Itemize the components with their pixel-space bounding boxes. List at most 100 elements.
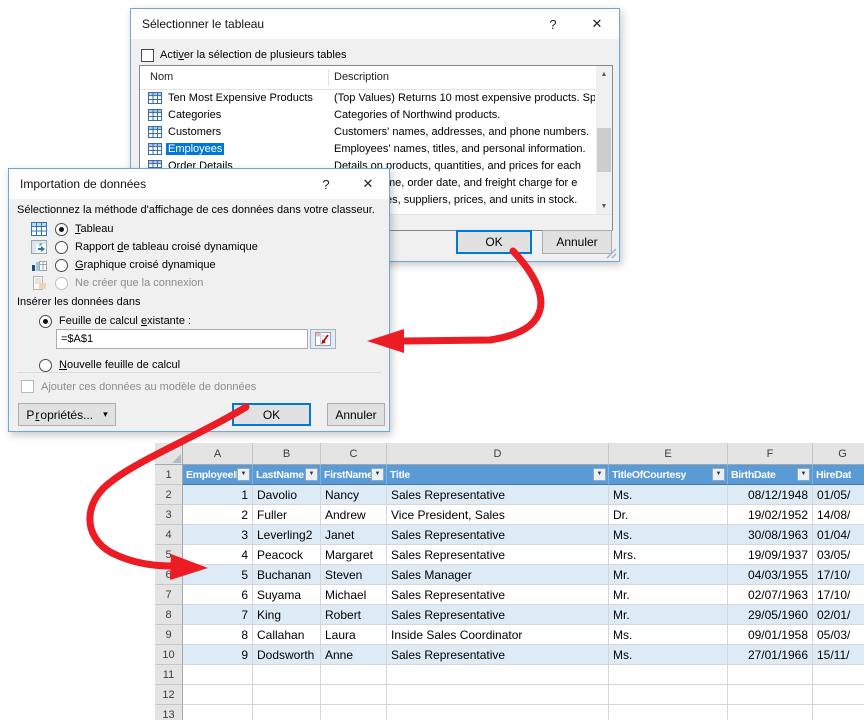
cell[interactable]	[728, 665, 813, 685]
column-header-D[interactable]: D	[387, 443, 609, 465]
cell[interactable]: 02/07/1963	[728, 585, 813, 605]
cell[interactable]: Robert	[321, 605, 387, 625]
table-list-item[interactable]: CategoriesCategories of Northwind produc…	[140, 107, 612, 124]
close-button[interactable]: ✕	[347, 169, 389, 199]
cell[interactable]	[321, 665, 387, 685]
cell[interactable]: Janet	[321, 525, 387, 545]
cell[interactable]: Ms.	[609, 525, 728, 545]
cell[interactable]: Nancy	[321, 485, 387, 505]
option-pivot-chart[interactable]: Graphique croisé dynamique	[31, 257, 216, 273]
row-header-1[interactable]: 1	[155, 465, 183, 485]
table-header-cell[interactable]: TitleOfCourtesy▼	[609, 465, 728, 485]
scrollbar-thumb[interactable]	[597, 128, 611, 172]
column-header-G[interactable]: G	[813, 443, 864, 465]
row-header-7[interactable]: 7	[155, 585, 183, 605]
cell[interactable]: 7	[183, 605, 253, 625]
column-header-C[interactable]: C	[321, 443, 387, 465]
option-existing-sheet[interactable]: Feuille de calcul existante :	[39, 313, 191, 329]
cell[interactable]: 19/02/1952	[728, 505, 813, 525]
table-header-cell[interactable]: EmployeeID▼	[183, 465, 253, 485]
help-button[interactable]: ?	[305, 169, 347, 199]
radio-existing-sheet[interactable]	[39, 315, 52, 328]
cell[interactable]: Ms.	[609, 625, 728, 645]
cell[interactable]: Leverling2	[253, 525, 321, 545]
cell[interactable]: Fuller	[253, 505, 321, 525]
cell[interactable]: 19/09/1937	[728, 545, 813, 565]
radio-new-sheet[interactable]	[39, 359, 52, 372]
cell[interactable]: Mr.	[609, 565, 728, 585]
cell[interactable]: 5	[183, 565, 253, 585]
cell[interactable]	[183, 665, 253, 685]
cell[interactable]: Ms.	[609, 645, 728, 665]
cell[interactable]	[609, 705, 728, 720]
filter-dropdown-icon[interactable]: ▼	[712, 468, 725, 481]
cell[interactable]: 14/08/	[813, 505, 864, 525]
cell[interactable]: 17/10/	[813, 585, 864, 605]
row-header-6[interactable]: 6	[155, 565, 183, 585]
table-list-item[interactable]: Ten Most Expensive Products(Top Values) …	[140, 90, 612, 107]
row-header-5[interactable]: 5	[155, 545, 183, 565]
add-to-data-model-row[interactable]: Ajouter ces données au modèle de données	[21, 380, 256, 393]
radio-connection-only[interactable]	[55, 277, 68, 290]
row-header-8[interactable]: 8	[155, 605, 183, 625]
cell[interactable]: Mr.	[609, 605, 728, 625]
vertical-scrollbar[interactable]: ▲ ▼	[596, 66, 612, 214]
cell[interactable]: Laura	[321, 625, 387, 645]
table-header-cell[interactable]: Title▼	[387, 465, 609, 485]
option-table[interactable]: Tableau	[31, 221, 114, 237]
cell[interactable]	[387, 705, 609, 720]
cell[interactable]	[387, 685, 609, 705]
cell[interactable]: Mr.	[609, 585, 728, 605]
cancel-button[interactable]: Annuler	[327, 403, 385, 426]
cell[interactable]: Margaret	[321, 545, 387, 565]
column-header-description[interactable]: Description	[334, 71, 389, 83]
row-header-2[interactable]: 2	[155, 485, 183, 505]
cell[interactable]	[728, 705, 813, 720]
cell[interactable]: 02/01/	[813, 605, 864, 625]
cell[interactable]: Sales Representative	[387, 605, 609, 625]
cell[interactable]	[183, 685, 253, 705]
cell[interactable]: Callahan	[253, 625, 321, 645]
cell[interactable]: Suyama	[253, 585, 321, 605]
cell[interactable]	[253, 665, 321, 685]
column-header-A[interactable]: A	[183, 443, 253, 465]
cell[interactable]: 29/05/1960	[728, 605, 813, 625]
cell[interactable]	[728, 685, 813, 705]
multi-table-checkbox[interactable]	[141, 49, 154, 62]
cell[interactable]: Sales Manager	[387, 565, 609, 585]
cell[interactable]: Anne	[321, 645, 387, 665]
cell[interactable]: 17/10/	[813, 565, 864, 585]
table-header-cell[interactable]: FirstName▼	[321, 465, 387, 485]
option-connection-only[interactable]: Ne créer que la connexion	[31, 275, 203, 291]
cell[interactable]: Sales Representative	[387, 645, 609, 665]
cell[interactable]: 27/01/1966	[728, 645, 813, 665]
table-list-item[interactable]: CustomersCustomers' names, addresses, an…	[140, 124, 612, 141]
cell[interactable]: Sales Representative	[387, 525, 609, 545]
cell[interactable]	[253, 705, 321, 720]
cell[interactable]	[253, 685, 321, 705]
radio-table[interactable]	[55, 223, 68, 236]
cell[interactable]: Buchanan	[253, 565, 321, 585]
cell[interactable]: King	[253, 605, 321, 625]
cell[interactable]: 01/04/	[813, 525, 864, 545]
cell[interactable]: 08/12/1948	[728, 485, 813, 505]
table-list-item[interactable]: EmployeesEmployees' names, titles, and p…	[140, 141, 612, 158]
ok-button[interactable]: OK	[232, 403, 311, 426]
option-new-sheet[interactable]: Nouvelle feuille de calcul	[39, 357, 180, 373]
cell[interactable]: Sales Representative	[387, 545, 609, 565]
multi-table-checkbox-row[interactable]: Activer la sélection de plusieurs tables	[141, 46, 347, 64]
column-header-E[interactable]: E	[609, 443, 728, 465]
cell[interactable]	[321, 705, 387, 720]
column-header-F[interactable]: F	[728, 443, 813, 465]
table-header-cell[interactable]: BirthDate▼	[728, 465, 813, 485]
column-header-B[interactable]: B	[253, 443, 321, 465]
cell[interactable]: Steven	[321, 565, 387, 585]
range-picker-button[interactable]	[310, 329, 336, 349]
filter-dropdown-icon[interactable]: ▼	[237, 468, 250, 481]
row-header-12[interactable]: 12	[155, 685, 183, 705]
cell[interactable]: 05/03/	[813, 625, 864, 645]
cell[interactable]: 03/05/	[813, 545, 864, 565]
cell[interactable]: 4	[183, 545, 253, 565]
cell[interactable]	[321, 685, 387, 705]
cell[interactable]: Sales Representative	[387, 485, 609, 505]
